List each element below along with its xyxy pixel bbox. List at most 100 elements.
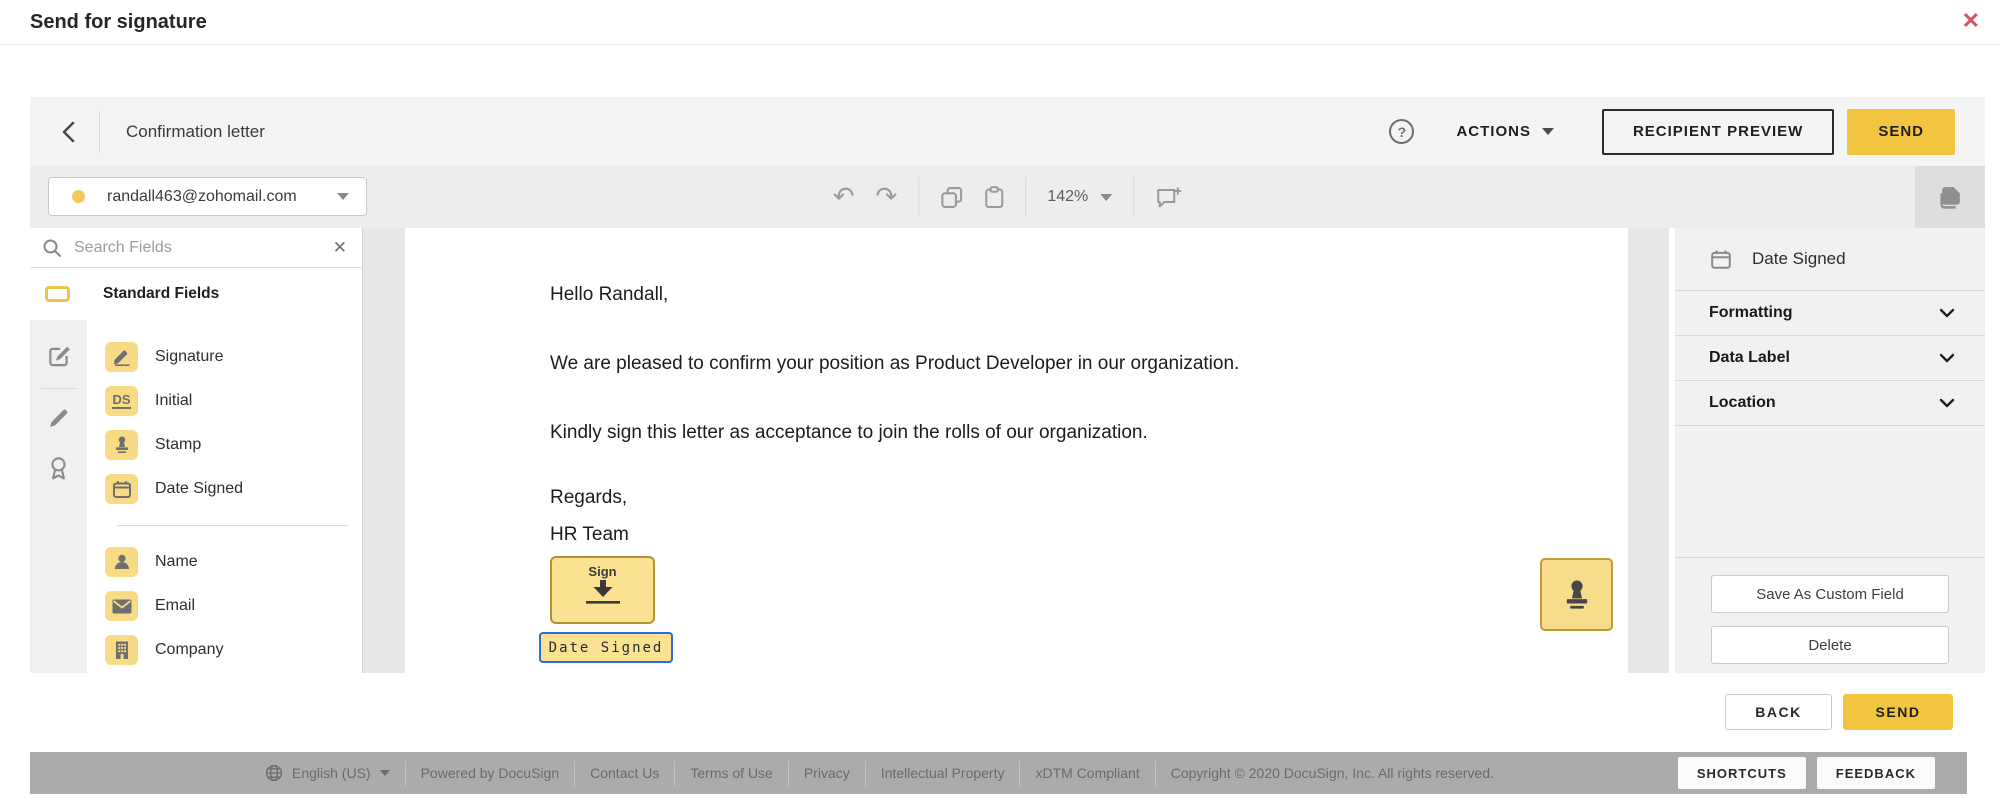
footer-link-powered-by[interactable]: Powered by DocuSign	[421, 765, 560, 781]
actions-menu-button[interactable]: ACTIONS	[1456, 123, 1554, 140]
field-item-stamp[interactable]: Stamp	[87, 423, 362, 467]
accordion-data-label[interactable]: Data Label	[1675, 336, 1985, 381]
pen-tool-icon[interactable]	[47, 407, 70, 430]
language-selector[interactable]: English (US)	[265, 764, 390, 782]
edit-tools: ↶ ↷ 142%	[833, 166, 1183, 228]
close-icon[interactable]: ✕	[1962, 8, 1980, 34]
shortcuts-button[interactable]: SHORTCUTS	[1677, 757, 1806, 789]
globe-icon	[265, 764, 283, 782]
search-fields-input[interactable]	[74, 238, 333, 257]
field-item-date-signed[interactable]: Date Signed	[87, 467, 362, 511]
search-fields-row: ✕	[30, 228, 362, 268]
modal-header: Send for signature ✕	[0, 0, 2000, 45]
back-button[interactable]: BACK	[1725, 694, 1832, 730]
editor-toolbar: randall463@zohomail.com ↶ ↷ 142%	[30, 166, 1985, 228]
fields-sidebar: ✕ Standard Fields	[30, 228, 363, 673]
save-as-custom-field-button[interactable]: Save As Custom Field	[1711, 575, 1949, 613]
redo-icon[interactable]: ↷	[876, 184, 898, 210]
search-icon	[42, 238, 62, 258]
field-item-name[interactable]: Name	[87, 540, 362, 584]
field-item-initial[interactable]: DS Initial	[87, 379, 362, 423]
person-icon	[105, 547, 138, 577]
standard-fields-header: Standard Fields	[30, 268, 362, 320]
chevron-down-icon	[1100, 193, 1113, 201]
footer-link-privacy[interactable]: Privacy	[804, 765, 850, 781]
field-item-company[interactable]: Company	[87, 628, 362, 672]
page-thumbnails-icon[interactable]	[1915, 166, 1985, 228]
footer-divider	[864, 760, 866, 786]
send-button-top[interactable]: SEND	[1847, 108, 1955, 155]
undo-icon[interactable]: ↶	[833, 184, 855, 210]
paste-icon[interactable]	[984, 185, 1004, 209]
recipient-email: randall463@zohomail.com	[107, 187, 297, 205]
chevron-down-icon	[1939, 308, 1955, 318]
letter-signoff: Regards,	[550, 487, 628, 508]
letter-paragraph: We are pleased to confirm your position …	[550, 353, 1240, 374]
accordion-location[interactable]: Location	[1675, 381, 1985, 426]
send-for-signature-screen: Send for signature ✕ Confirmation letter…	[0, 0, 2000, 798]
footer-divider	[404, 760, 406, 786]
document-viewer: Hello Randall, We are pleased to confirm…	[363, 228, 1669, 673]
stamp-icon	[1566, 580, 1587, 609]
footer-link-xdtm-compliant[interactable]: xDTM Compliant	[1035, 765, 1139, 781]
panel-spacer	[1675, 426, 1985, 558]
chevron-down-icon	[1939, 398, 1955, 408]
signature-icon	[105, 342, 138, 372]
language-label: English (US)	[292, 765, 371, 781]
recipient-status-dot	[72, 190, 85, 203]
feedback-button[interactable]: FEEDBACK	[1816, 757, 1935, 789]
field-item-email[interactable]: Email	[87, 584, 362, 628]
letter-greeting: Hello Randall,	[550, 284, 669, 305]
field-properties-header: Date Signed	[1675, 228, 1985, 291]
footer-link-intellectual-property[interactable]: Intellectual Property	[881, 765, 1005, 781]
footer-link-contact-us[interactable]: Contact Us	[590, 765, 659, 781]
strip-divider	[40, 388, 77, 389]
signer-fields-tab-icon[interactable]	[46, 344, 72, 370]
ribbon-badge-icon[interactable]	[48, 456, 69, 481]
toolbar-divider	[918, 177, 920, 217]
accordion-formatting[interactable]: Formatting	[1675, 291, 1985, 336]
zoom-selector[interactable]: 142%	[1047, 188, 1113, 206]
zoom-level: 142%	[1047, 188, 1089, 205]
delete-field-button[interactable]: Delete	[1711, 626, 1949, 664]
footer-divider	[1019, 760, 1021, 786]
field-item-signature[interactable]: Signature	[87, 335, 362, 379]
chevron-down-icon	[1541, 128, 1554, 135]
envelope-icon	[105, 591, 138, 621]
standard-fields-list: Signature DS Initial Stamp Date Signed N…	[87, 320, 362, 673]
document-title: Confirmation letter	[126, 121, 265, 141]
fields-divider	[117, 525, 348, 526]
stamp-icon	[105, 430, 138, 460]
editor-content: ✕ Standard Fields	[30, 228, 1985, 673]
copy-icon[interactable]	[940, 186, 963, 209]
building-icon	[105, 635, 138, 665]
bottom-action-bar: BACK SEND	[30, 674, 1985, 752]
copyright-text: Copyright © 2020 DocuSign, Inc. All righ…	[1170, 765, 1494, 781]
comment-add-icon[interactable]	[1155, 186, 1182, 209]
stamp-field-placed[interactable]	[1540, 558, 1613, 631]
clear-search-icon[interactable]: ✕	[333, 238, 347, 258]
field-properties-panel: Date Signed Formatting Data Label Locati…	[1675, 228, 1985, 673]
signature-field-placed[interactable]: Sign	[550, 556, 655, 624]
footer-divider	[1154, 760, 1156, 786]
recipient-selector[interactable]: randall463@zohomail.com	[48, 177, 367, 216]
footer-divider	[574, 760, 576, 786]
selected-field-title: Date Signed	[1752, 249, 1846, 268]
footer-divider	[787, 760, 789, 786]
recipient-preview-button[interactable]: RECIPIENT PREVIEW	[1601, 108, 1835, 155]
footer: English (US) Powered by DocuSign Contact…	[30, 752, 1967, 794]
page-title: Send for signature	[30, 11, 207, 33]
date-signed-field-placed[interactable]: Date Signed	[539, 632, 673, 663]
back-chevron-icon[interactable]	[62, 121, 75, 143]
letter-paragraph: Kindly sign this letter as acceptance to…	[550, 422, 1148, 443]
document-page: Hello Randall, We are pleased to confirm…	[405, 228, 1628, 673]
chevron-down-icon	[1939, 353, 1955, 363]
initial-icon: DS	[105, 386, 138, 416]
toolbar-divider	[1133, 177, 1135, 217]
chevron-down-icon	[337, 193, 349, 200]
send-button-bottom[interactable]: SEND	[1843, 694, 1953, 730]
help-icon[interactable]: ?	[1389, 119, 1415, 144]
primary-toolbar: Confirmation letter ? ACTIONS RECIPIENT …	[30, 97, 1985, 166]
footer-link-terms-of-use[interactable]: Terms of Use	[690, 765, 772, 781]
footer-divider	[674, 760, 676, 786]
